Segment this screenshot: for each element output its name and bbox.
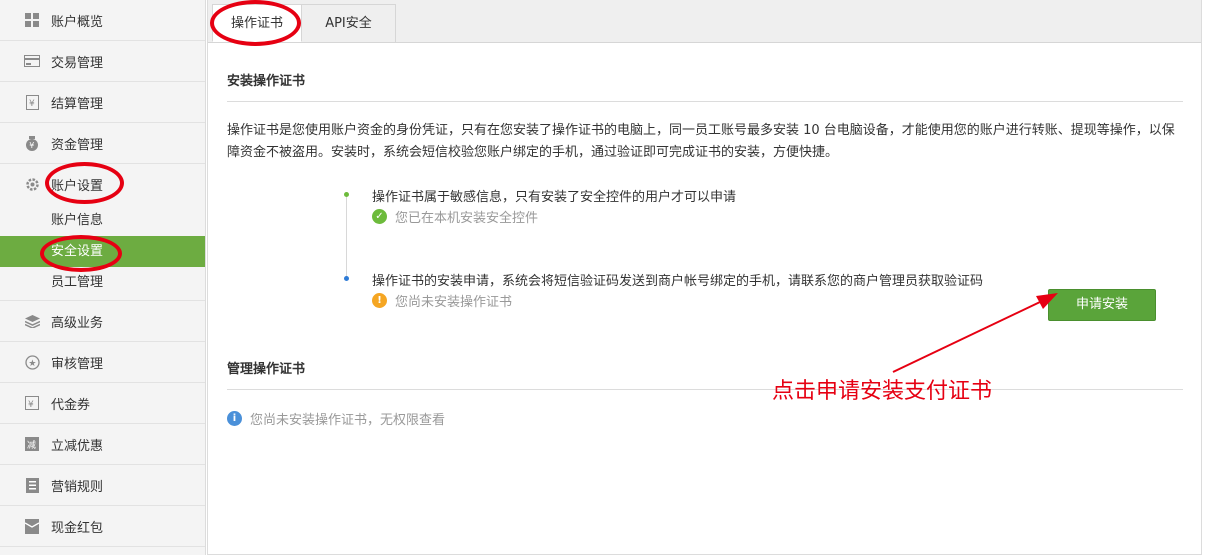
sidebar-item-label: 代金券 xyxy=(51,397,91,413)
sidebar-item-label: 交易管理 xyxy=(51,55,104,71)
step-2-status: ! 您尚未安装操作证书 xyxy=(372,291,512,310)
step-1-dot xyxy=(344,192,349,197)
sidebar-item-review[interactable]: ★ 审核管理 xyxy=(0,342,205,383)
main-content: 操作证书 API安全 安装操作证书 操作证书是您使用账户资金的身份凭证，只有在您… xyxy=(207,0,1202,555)
star-icon: ★ xyxy=(24,354,40,370)
money-bag-icon: ¥ xyxy=(24,135,40,151)
sidebar-item-coupons[interactable]: ¥ 代金券 xyxy=(0,383,205,424)
svg-text:¥: ¥ xyxy=(28,400,34,410)
sidebar-item-cash-red-packet[interactable]: 现金红包 xyxy=(0,506,205,547)
tab-api-security[interactable]: API安全 xyxy=(302,4,396,42)
manage-info-text: 您尚未安装操作证书，无权限查看 xyxy=(250,413,446,428)
sidebar-item-label: 账户设置 xyxy=(51,179,104,194)
layers-icon xyxy=(24,313,40,329)
step-2-status-text: 您尚未安装操作证书 xyxy=(395,295,513,310)
sidebar-subitem-account-info[interactable]: 账户信息 xyxy=(0,205,205,236)
document-icon: ¥ xyxy=(24,94,40,110)
list-icon xyxy=(24,477,40,493)
svg-text:★: ★ xyxy=(28,359,36,369)
sidebar-item-label: 高级业务 xyxy=(51,315,104,331)
annotation-text: 点击申请安装支付证书 xyxy=(772,379,993,404)
account-settings-submenu: 账户信息 安全设置 员工管理 xyxy=(0,205,205,301)
discount-icon: 减 xyxy=(24,436,40,452)
step-1-text: 操作证书属于敏感信息，只有安装了安全控件的用户才可以申请 xyxy=(372,190,737,205)
tab-operation-certificate[interactable]: 操作证书 xyxy=(212,4,302,42)
step-1-status-text: 您已在本机安装安全控件 xyxy=(395,211,539,226)
install-section-title: 安装操作证书 xyxy=(227,70,1183,102)
svg-text:¥: ¥ xyxy=(29,141,34,150)
sidebar-item-settlement[interactable]: ¥ 结算管理 xyxy=(0,82,205,123)
manage-section-title: 管理操作证书 xyxy=(227,358,1183,390)
red-packet-icon xyxy=(24,518,40,534)
sidebar-item-label: 现金红包 xyxy=(51,520,104,536)
install-description: 操作证书是您使用账户资金的身份凭证，只有在您安装了操作证书的电脑上，同一员工账号… xyxy=(227,123,1175,160)
grid-icon xyxy=(24,12,40,28)
step-2-text: 操作证书的安装申请，系统会将短信验证码发送到商户帐号绑定的手机，请联系您的商户管… xyxy=(372,274,984,289)
sidebar-item-label: 营销规则 xyxy=(51,479,104,495)
sidebar-subitem-staff-management[interactable]: 员工管理 xyxy=(0,267,205,298)
sidebar-item-transactions[interactable]: 交易管理 xyxy=(0,41,205,82)
step-2-dot xyxy=(344,276,349,281)
manage-info: i 您尚未安装操作证书，无权限查看 xyxy=(227,409,445,428)
sidebar-item-label: 审核管理 xyxy=(51,356,104,372)
sidebar-item-label: 立减优惠 xyxy=(51,438,104,454)
tab-bar: 操作证书 API安全 xyxy=(208,0,1201,43)
warning-circle-icon: ! xyxy=(372,293,387,308)
info-circle-icon: i xyxy=(227,411,242,426)
step-connector-line xyxy=(346,197,347,277)
sidebar-item-label: 账户概览 xyxy=(51,14,104,30)
sidebar-item-account-overview[interactable]: 账户概览 xyxy=(0,0,205,41)
card-icon xyxy=(24,53,40,69)
sidebar-item-label: 结算管理 xyxy=(51,96,104,112)
check-circle-icon: ✓ xyxy=(372,209,387,224)
sidebar-item-instant-discount[interactable]: 减 立减优惠 xyxy=(0,424,205,465)
svg-text:减: 减 xyxy=(27,439,36,451)
coupon-icon: ¥ xyxy=(24,395,40,411)
step-1-status: ✓ 您已在本机安装安全控件 xyxy=(372,207,538,226)
gear-icon xyxy=(24,177,40,193)
sidebar-item-account-settings[interactable]: 账户设置 xyxy=(0,164,205,205)
sidebar-subitem-security-settings[interactable]: 安全设置 xyxy=(0,236,205,267)
sidebar-item-marketing-rules[interactable]: 营销规则 xyxy=(0,465,205,506)
sidebar: 账户概览 交易管理 ¥ 结算管理 ¥ 资金管理 账户设置 账户信息 安全设置 员… xyxy=(0,0,206,555)
sidebar-item-advanced-business[interactable]: 高级业务 xyxy=(0,301,205,342)
sidebar-item-funds[interactable]: ¥ 资金管理 xyxy=(0,123,205,164)
svg-text:¥: ¥ xyxy=(29,99,35,109)
apply-install-button[interactable]: 申请安装 xyxy=(1048,289,1156,321)
sidebar-item-label: 资金管理 xyxy=(51,137,104,153)
